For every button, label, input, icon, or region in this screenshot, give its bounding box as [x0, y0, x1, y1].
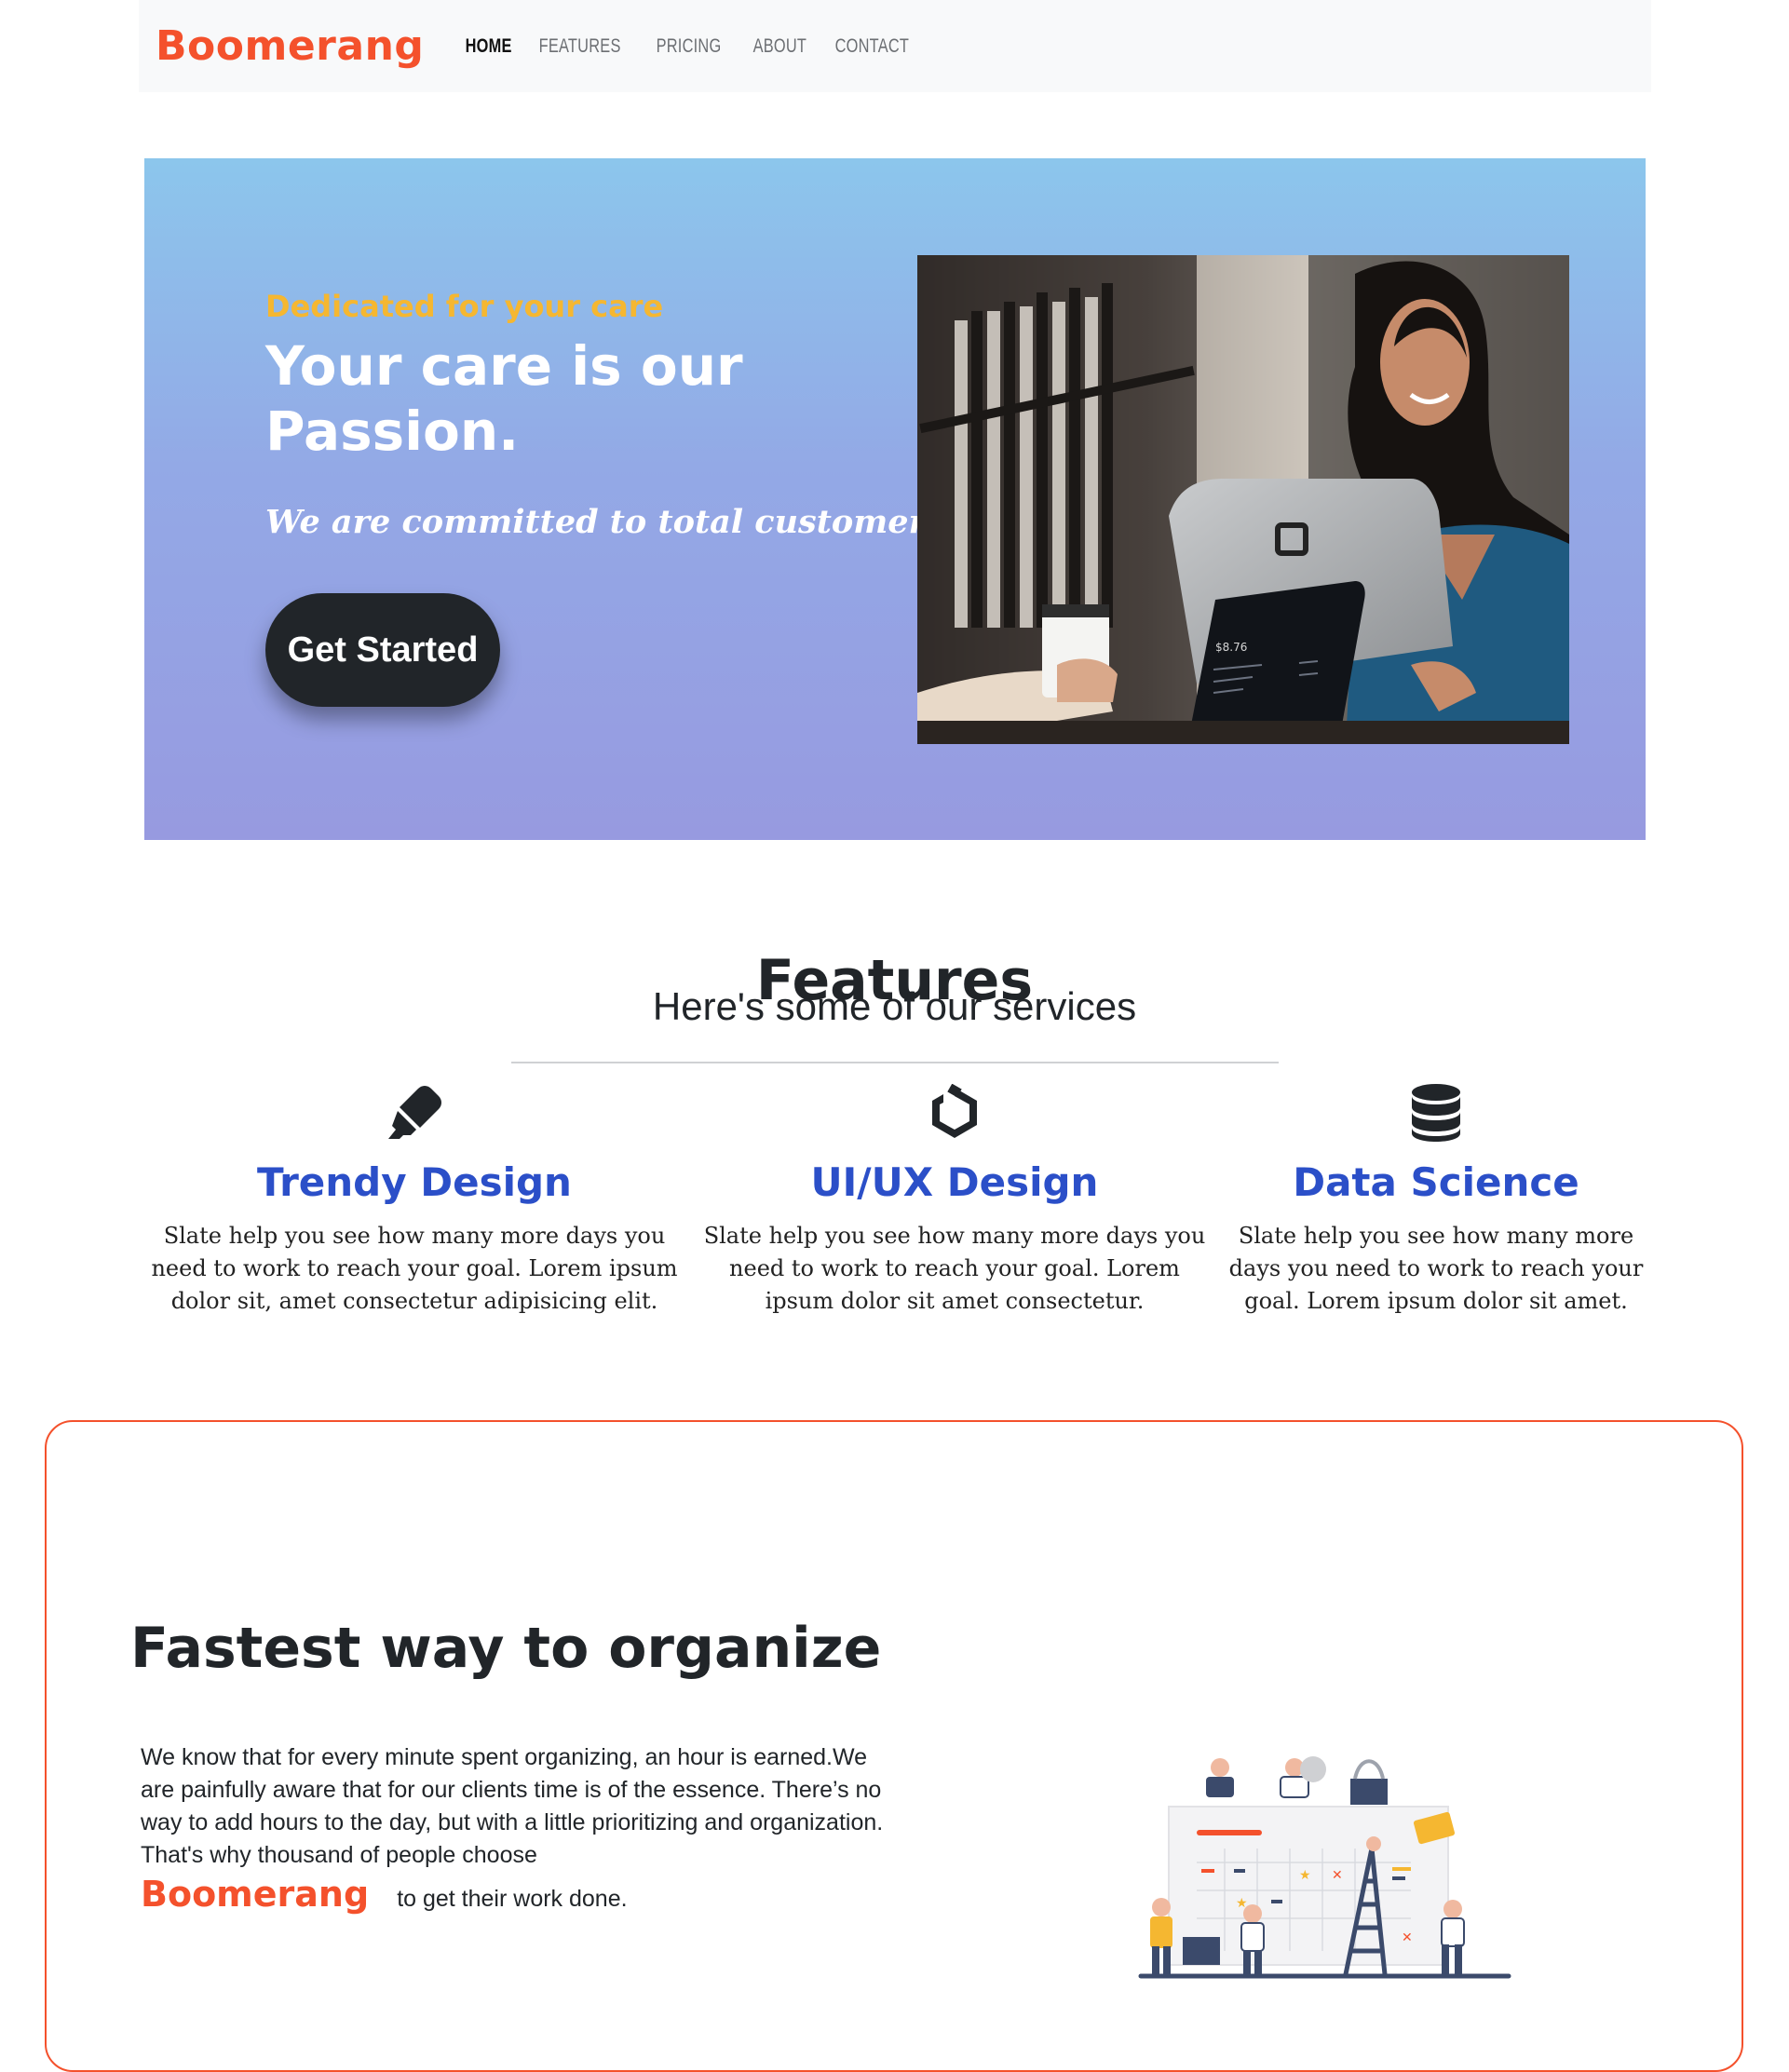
svg-text:✕: ✕ [1332, 1868, 1343, 1883]
feature-title: Data Science [1293, 1159, 1579, 1205]
svg-text:★: ★ [1299, 1868, 1311, 1883]
hero-tagline: Dedicated for your care [265, 289, 664, 324]
feature-card-trendy: Trendy Design Slate help you see how man… [144, 1080, 684, 1318]
feature-title: UI/UX Design [810, 1159, 1099, 1205]
marker-icon [144, 1080, 684, 1145]
svg-text:✕: ✕ [1402, 1930, 1413, 1945]
organize-suffix: to get their work done. [397, 1886, 628, 1912]
nav-link-about[interactable]: ABOUT [745, 35, 815, 58]
nav-link-home[interactable]: HOME [457, 35, 520, 58]
feature-text: Slate help you see how many more days yo… [1228, 1223, 1644, 1314]
nav-link-pricing[interactable]: PRICING [648, 35, 729, 58]
nav-link-features[interactable]: FEATURES [531, 35, 629, 58]
feature-text: Slate help you see how many more days yo… [703, 1223, 1206, 1314]
feature-card-uiux: UI/UX Design Slate help you see how many… [703, 1080, 1206, 1318]
organize-text: We know that for every minute spent orga… [141, 1744, 884, 1868]
database-icon [1213, 1080, 1660, 1145]
feature-text: Slate help you see how many more days yo… [151, 1223, 678, 1314]
organize-illustration: ★ ✕ ★ ✕ [1122, 1751, 1513, 2002]
nav-link-contact[interactable]: CONTACT [827, 35, 917, 58]
uikit-icon [703, 1080, 1206, 1145]
feature-title: Trendy Design [257, 1159, 572, 1205]
features-divider [511, 1062, 1279, 1063]
features-subtitle: Here's some of our services [652, 984, 1137, 1028]
organize-brand: Boomerang [141, 1874, 370, 1915]
hero-title: Your care is our Passion. [265, 334, 743, 463]
organize-brand-line: Boomerang to get their work done. [141, 1874, 628, 1915]
organize-title: Fastest way to organize [130, 1616, 882, 1681]
get-started-button[interactable]: Get Started [265, 593, 500, 707]
hero-image: $8.76 [917, 255, 1569, 744]
feature-card-data: Data Science Slate help you see how many… [1213, 1080, 1660, 1318]
brand-logo[interactable]: Boomerang [156, 22, 424, 70]
pos-amount: $8.76 [1215, 641, 1247, 654]
hero-section: Dedicated for your care Your care is our… [144, 158, 1646, 840]
nav-links: HOME FEATURES PRICING ABOUT CONTACT [457, 35, 935, 58]
navbar: Boomerang HOME FEATURES PRICING ABOUT CO… [139, 0, 1651, 92]
